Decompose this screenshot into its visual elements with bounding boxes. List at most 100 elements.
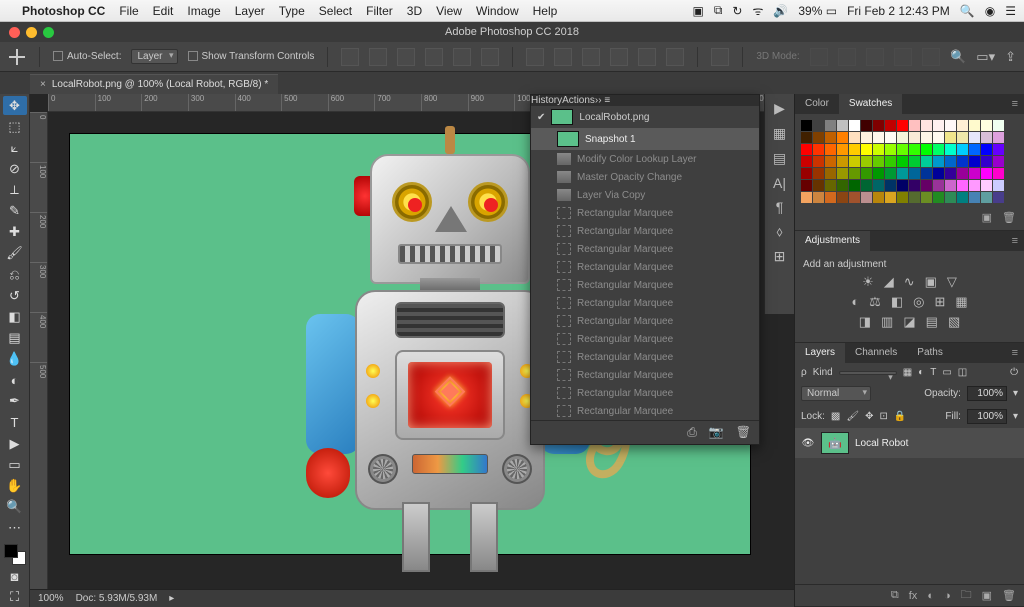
history-state-row[interactable]: Rectangular Marquee: [531, 276, 759, 294]
panel-menu-icon[interactable]: ≡: [1006, 94, 1024, 114]
swatch[interactable]: [921, 156, 932, 167]
move-tool[interactable]: ✥: [3, 96, 27, 115]
history-state-row[interactable]: Rectangular Marquee: [531, 312, 759, 330]
status-wifi-icon[interactable]: ᯤ: [752, 2, 763, 19]
swatch[interactable]: [873, 192, 884, 203]
swatch[interactable]: [801, 192, 812, 203]
swatch[interactable]: [825, 156, 836, 167]
status-siri-icon[interactable]: ◉: [985, 4, 995, 18]
menu-view[interactable]: View: [436, 4, 462, 18]
swatch[interactable]: [945, 120, 956, 131]
swatch[interactable]: [837, 120, 848, 131]
swatch[interactable]: [897, 168, 908, 179]
blend-mode-select[interactable]: Normal: [801, 386, 871, 401]
status-dropbox-icon[interactable]: ⧉: [714, 3, 723, 18]
swatch[interactable]: [945, 144, 956, 155]
opacity-input[interactable]: 100%: [967, 386, 1007, 401]
menu-file[interactable]: File: [119, 4, 138, 18]
swatch[interactable]: [813, 144, 824, 155]
layer-fx-icon[interactable]: fx: [909, 590, 918, 602]
tab-channels[interactable]: Channels: [845, 343, 907, 363]
swatch[interactable]: [909, 120, 920, 131]
swatch[interactable]: [813, 192, 824, 203]
swatch[interactable]: [981, 192, 992, 203]
menu-3d[interactable]: 3D: [407, 4, 422, 18]
close-tab-icon[interactable]: ×: [40, 79, 46, 90]
status-notifications-icon[interactable]: ☰: [1005, 4, 1016, 18]
swatch[interactable]: [969, 180, 980, 191]
history-state-row[interactable]: Rectangular Marquee: [531, 330, 759, 348]
tab-color[interactable]: Color: [795, 94, 839, 114]
history-state-row[interactable]: Rectangular Marquee: [531, 402, 759, 420]
foreground-background-colors[interactable]: [4, 544, 26, 565]
tab-actions[interactable]: Actions: [562, 95, 595, 106]
swatch[interactable]: [969, 132, 980, 143]
swatch[interactable]: [837, 192, 848, 203]
swatch[interactable]: [849, 156, 860, 167]
status-zoom[interactable]: 100%: [38, 593, 64, 604]
tab-paths[interactable]: Paths: [907, 343, 953, 363]
swatch[interactable]: [921, 144, 932, 155]
swatch[interactable]: [897, 144, 908, 155]
swatch[interactable]: [873, 168, 884, 179]
brush-tool[interactable]: 🖌: [3, 244, 27, 263]
swatch[interactable]: [957, 120, 968, 131]
swatch[interactable]: [909, 192, 920, 203]
filter-shape-icon[interactable]: ▭: [942, 367, 951, 378]
dock-arrow-icon[interactable]: ▶: [774, 100, 785, 117]
swatch[interactable]: [909, 168, 920, 179]
link-layers-icon[interactable]: ⧉: [891, 589, 899, 602]
menu-type[interactable]: Type: [279, 4, 305, 18]
status-camera-icon[interactable]: ▣: [692, 4, 703, 18]
tab-layers[interactable]: Layers: [795, 343, 845, 363]
align-bottom-icon[interactable]: [481, 48, 499, 66]
swatch[interactable]: [921, 120, 932, 131]
swatch[interactable]: [873, 144, 884, 155]
swatch[interactable]: [813, 132, 824, 143]
swatch[interactable]: [885, 120, 896, 131]
swatch[interactable]: [933, 168, 944, 179]
new-document-from-state-icon[interactable]: ⎙: [687, 425, 697, 440]
swatch[interactable]: [957, 180, 968, 191]
swatch[interactable]: [981, 156, 992, 167]
filter-pixel-icon[interactable]: ▦: [903, 367, 912, 378]
adj-levels-icon[interactable]: ◢: [884, 274, 894, 290]
shape-tool[interactable]: ▭: [3, 455, 27, 474]
swatch[interactable]: [897, 132, 908, 143]
dock-paragraph-icon[interactable]: ¶: [776, 199, 784, 215]
zoom-tool[interactable]: 🔍: [3, 497, 27, 516]
adj-threshold-icon[interactable]: ◪: [903, 314, 915, 330]
dodge-tool[interactable]: ◐: [3, 371, 27, 390]
auto-select-checkbox[interactable]: Auto-Select:: [53, 51, 121, 62]
distribute-4-icon[interactable]: [610, 48, 628, 66]
swatch[interactable]: [861, 132, 872, 143]
swatch[interactable]: [957, 132, 968, 143]
edit-toolbar-icon[interactable]: ⋯: [3, 519, 27, 538]
swatch[interactable]: [825, 120, 836, 131]
swatch[interactable]: [873, 120, 884, 131]
swatch[interactable]: [873, 180, 884, 191]
swatch[interactable]: [885, 156, 896, 167]
swatch[interactable]: [945, 192, 956, 203]
swatch[interactable]: [969, 156, 980, 167]
gradient-tool[interactable]: ▤: [3, 328, 27, 347]
swatch[interactable]: [933, 144, 944, 155]
layer-visibility-icon[interactable]: 👁: [801, 438, 815, 449]
menu-window[interactable]: Window: [476, 4, 519, 18]
filter-smart-icon[interactable]: ◫: [958, 367, 967, 378]
swatch[interactable]: [909, 180, 920, 191]
history-state-row[interactable]: Rectangular Marquee: [531, 366, 759, 384]
lasso-tool[interactable]: ⟀: [3, 138, 27, 157]
swatch[interactable]: [897, 156, 908, 167]
swatch[interactable]: [813, 180, 824, 191]
swatch[interactable]: [933, 120, 944, 131]
swatch[interactable]: [801, 180, 812, 191]
swatch[interactable]: [957, 156, 968, 167]
dock-timeline-icon[interactable]: ⊞: [774, 248, 786, 265]
adj-balance-icon[interactable]: ⚖: [869, 294, 881, 310]
path-select-tool[interactable]: ▶: [3, 434, 27, 453]
new-swatch-icon[interactable]: ▣: [982, 211, 992, 224]
lock-all-icon[interactable]: 🔒: [894, 411, 906, 422]
swatch[interactable]: [801, 144, 812, 155]
swatch[interactable]: [885, 132, 896, 143]
